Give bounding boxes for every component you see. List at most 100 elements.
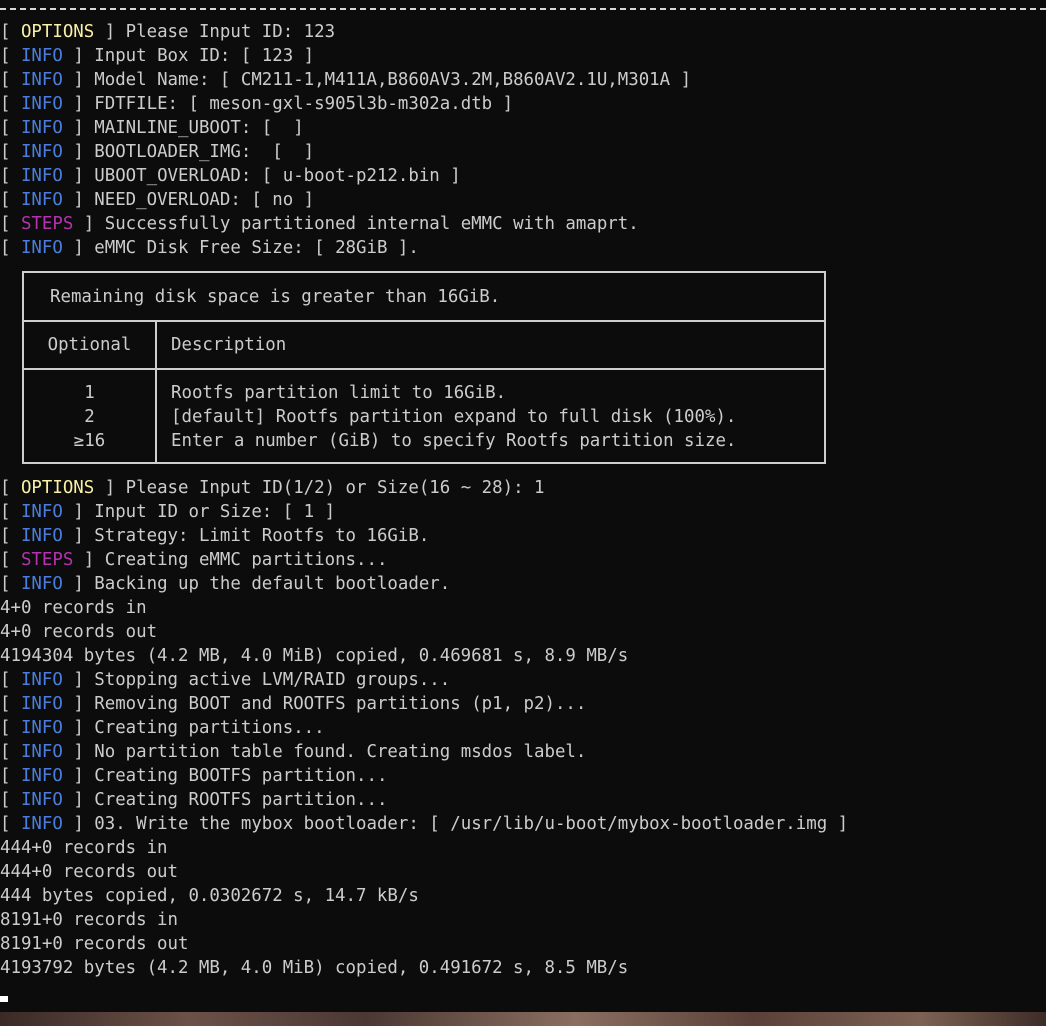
bracket: ] — [62, 238, 84, 258]
log-message: 8191+0 records out — [0, 934, 189, 954]
log-message: Creating BOOTFS partition... — [83, 766, 388, 786]
table-description-cell: Enter a number (GiB) to specify Rootfs p… — [171, 431, 737, 451]
log-level-tag: INFO — [20, 694, 63, 714]
bracket: ] — [94, 22, 116, 42]
terminal-line: 8191+0 records out — [0, 932, 1046, 956]
log-level-tag: INFO — [20, 670, 63, 690]
log-message: 8191+0 records in — [0, 910, 178, 930]
log-level-tag: INFO — [20, 526, 63, 546]
bracket: ] — [62, 502, 84, 522]
bracket: [ — [0, 550, 21, 570]
table-divider — [24, 368, 824, 370]
terminal-line: [ INFO ] MAINLINE_UBOOT: [ ] — [0, 116, 1046, 140]
log-message: Creating eMMC partitions... — [94, 550, 388, 570]
terminal-line: [ OPTIONS ] Please Input ID: 123 — [0, 20, 1046, 44]
bracket: [ — [0, 190, 21, 210]
log-message: 4+0 records in — [0, 598, 147, 618]
log-level-tag: INFO — [20, 742, 63, 762]
terminal-line: [ INFO ] eMMC Disk Free Size: [ 28GiB ]. — [0, 236, 1046, 260]
log-level-tag: INFO — [20, 238, 63, 258]
terminal-line: [ OPTIONS ] Please Input ID(1/2) or Size… — [0, 476, 1046, 500]
log-message: BOOTLOADER_IMG: [ ] — [83, 142, 315, 162]
bracket: [ — [0, 46, 21, 66]
log-level-tag: OPTIONS — [20, 478, 95, 498]
bracket: [ — [0, 766, 21, 786]
bracket: [ — [0, 718, 21, 738]
log-message: 03. Write the mybox bootloader: [ /usr/l… — [83, 814, 849, 834]
log-level-tag: OPTIONS — [20, 22, 95, 42]
log-level-tag: INFO — [20, 718, 63, 738]
terminal-line: [ INFO ] Input ID or Size: [ 1 ] — [0, 500, 1046, 524]
terminal-line: [ INFO ] Creating ROOTFS partition... — [0, 788, 1046, 812]
bracket: ] — [62, 166, 84, 186]
log-message: Input ID or Size: [ 1 ] — [83, 502, 336, 522]
terminal-line: [ INFO ] Creating partitions... — [0, 716, 1046, 740]
bracket: ] — [62, 118, 84, 138]
terminal-line: [ INFO ] BOOTLOADER_IMG: [ ] — [0, 140, 1046, 164]
log-message: Creating ROOTFS partition... — [83, 790, 388, 810]
log-level-tag: INFO — [20, 502, 63, 522]
log-level-tag: STEPS — [20, 214, 74, 234]
bracket: ] — [62, 790, 84, 810]
terminal-line: 4194304 bytes (4.2 MB, 4.0 MiB) copied, … — [0, 644, 1046, 668]
log-message: Stopping active LVM/RAID groups... — [83, 670, 451, 690]
log-message: Please Input ID: 123 — [115, 22, 336, 42]
log-message: Model Name: [ CM211-1,M411A,B860AV3.2M,B… — [83, 70, 692, 90]
log-level-tag: INFO — [20, 814, 63, 834]
log-level-tag: INFO — [20, 118, 63, 138]
terminal-line: [ INFO ] Backing up the default bootload… — [0, 572, 1046, 596]
bracket: [ — [0, 94, 21, 114]
table-description-cell: [default] Rootfs partition expand to ful… — [171, 407, 737, 427]
terminal-line: 444+0 records out — [0, 860, 1046, 884]
terminal-line: [ INFO ] Input Box ID: [ 123 ] — [0, 44, 1046, 68]
table-option-cell: 1 — [84, 383, 95, 403]
bracket: ] — [62, 526, 84, 546]
bracket: ] — [73, 550, 95, 570]
bracket: [ — [0, 526, 21, 546]
bracket: ] — [62, 670, 84, 690]
bracket: [ — [0, 22, 21, 42]
log-level-tag: INFO — [20, 94, 63, 114]
bracket: [ — [0, 238, 21, 258]
bracket: ] — [62, 766, 84, 786]
table-option-cell: ≥16 — [73, 431, 106, 451]
log-message: UBOOT_OVERLOAD: [ u-boot-p212.bin ] — [83, 166, 461, 186]
bracket: [ — [0, 502, 21, 522]
log-message: Please Input ID(1/2) or Size(16 ~ 28): 1 — [115, 478, 545, 498]
log-level-tag: INFO — [20, 142, 63, 162]
log-message: Creating partitions... — [83, 718, 325, 738]
terminal-line: [ INFO ] Creating BOOTFS partition... — [0, 764, 1046, 788]
bracket: ] — [62, 190, 84, 210]
log-message: 4193792 bytes (4.2 MB, 4.0 MiB) copied, … — [0, 958, 629, 978]
bracket: ] — [62, 46, 84, 66]
terminal-line: [ INFO ] 03. Write the mybox bootloader:… — [0, 812, 1046, 836]
terminal-line: [ INFO ] Strategy: Limit Rootfs to 16GiB… — [0, 524, 1046, 548]
log-level-tag: INFO — [20, 790, 63, 810]
terminal-line: [ INFO ] FDTFILE: [ meson-gxl-s905l3b-m3… — [0, 92, 1046, 116]
log-message: Backing up the default bootloader. — [83, 574, 451, 594]
terminal-line: 8191+0 records in — [0, 908, 1046, 932]
log-level-tag: INFO — [20, 190, 63, 210]
terminal-line: 4193792 bytes (4.2 MB, 4.0 MiB) copied, … — [0, 956, 1046, 980]
table-description-cell: Rootfs partition limit to 16GiB. — [171, 383, 507, 403]
bracket: ] — [62, 574, 84, 594]
terminal-line: 444+0 records in — [0, 836, 1046, 860]
bracket: [ — [0, 742, 21, 762]
terminal-line: 444 bytes copied, 0.0302672 s, 14.7 kB/s — [0, 884, 1046, 908]
log-level-tag: INFO — [20, 46, 63, 66]
log-message: Input Box ID: [ 123 ] — [83, 46, 315, 66]
bracket: ] — [94, 478, 116, 498]
terminal-line: [ STEPS ] Successfully partitioned inter… — [0, 212, 1046, 236]
terminal-line: [ STEPS ] Creating eMMC partitions... — [0, 548, 1046, 572]
terminal-line: 4+0 records in — [0, 596, 1046, 620]
table-header-optional: Optional — [47, 335, 132, 355]
terminal-line: [ INFO ] Removing BOOT and ROOTFS partit… — [0, 692, 1046, 716]
bracket: ] — [73, 214, 95, 234]
log-message: NEED_OVERLOAD: [ no ] — [83, 190, 315, 210]
terminal-window[interactable]: [ OPTIONS ] Please Input ID: 123[ INFO ]… — [0, 0, 1046, 1012]
log-message: Removing BOOT and ROOTFS partitions (p1,… — [83, 694, 587, 714]
dashed-separator — [0, 8, 1046, 10]
log-message: No partition table found. Creating msdos… — [83, 742, 587, 762]
bracket: ] — [62, 142, 84, 162]
bracket: ] — [62, 742, 84, 762]
